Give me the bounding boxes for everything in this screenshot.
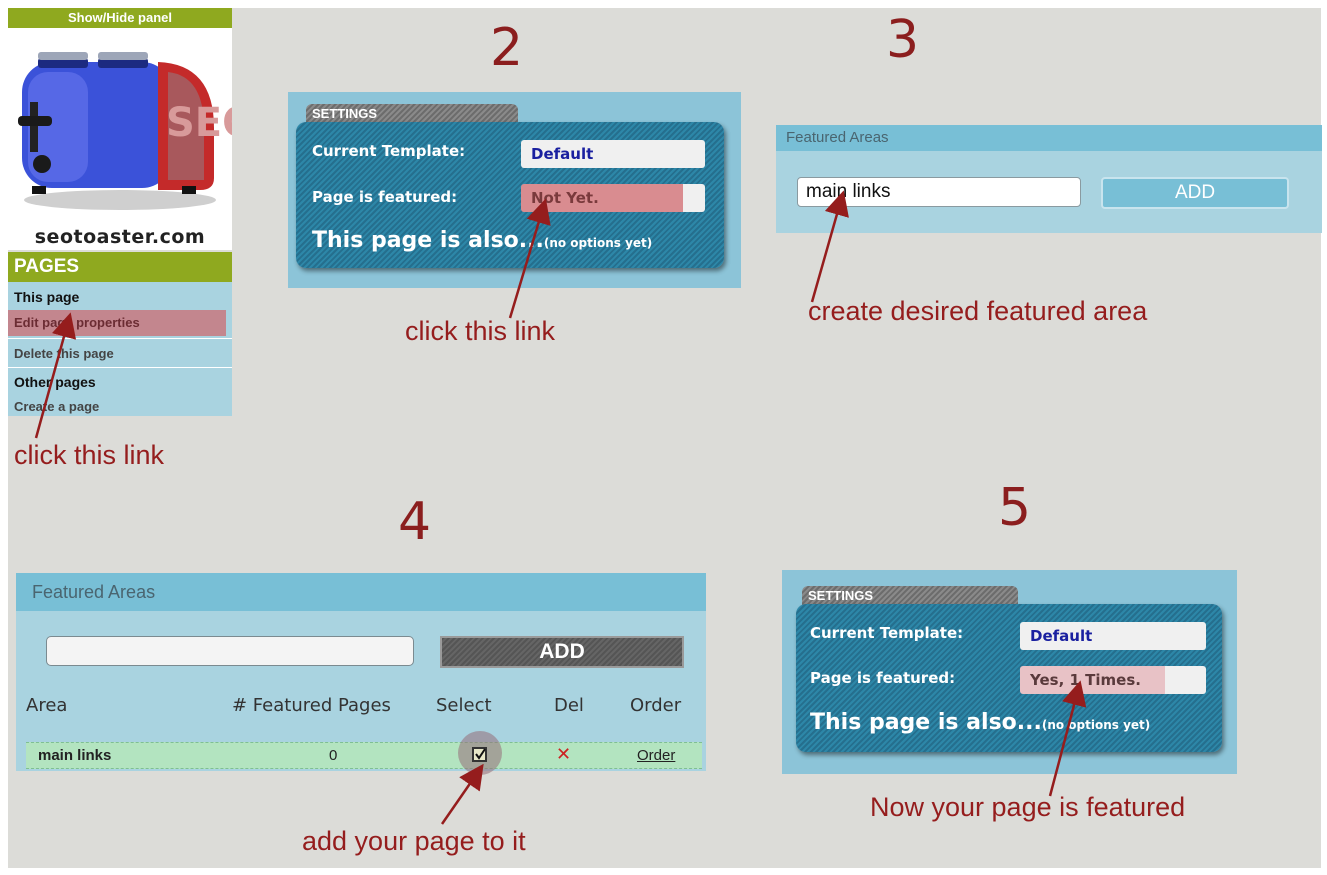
arrow-icon <box>34 312 77 439</box>
arrow-icon <box>440 763 484 825</box>
arrow-icon <box>1048 680 1087 797</box>
arrow-icon <box>810 190 849 303</box>
arrow-icon <box>508 198 551 319</box>
annotation-arrows <box>34 190 1087 825</box>
